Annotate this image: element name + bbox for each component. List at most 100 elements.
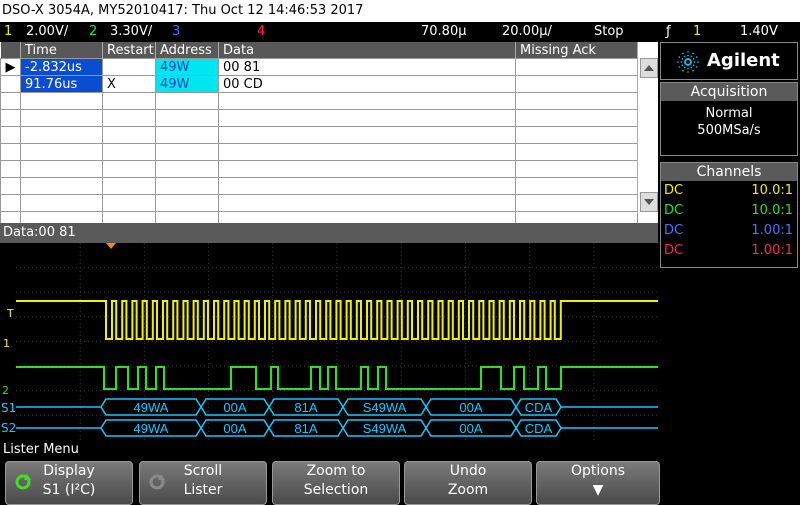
empty-cell bbox=[102, 126, 156, 144]
trigger-marker[interactable]: T bbox=[7, 307, 14, 320]
empty-cell bbox=[20, 109, 103, 127]
empty-cell bbox=[0, 126, 21, 144]
empty-cell bbox=[0, 143, 21, 161]
entry-knob-icon bbox=[149, 474, 165, 490]
table-row-empty bbox=[0, 126, 638, 144]
bus-packet-label: 81A bbox=[294, 421, 317, 436]
bus-packet-label: 00A bbox=[223, 400, 246, 415]
trigger-source[interactable]: 1 bbox=[693, 22, 701, 42]
bus-packet-label: CDA bbox=[525, 421, 553, 436]
empty-cell bbox=[218, 194, 516, 212]
table-row-empty bbox=[0, 109, 638, 127]
channel-row[interactable]: DC 1.00:1 bbox=[661, 241, 797, 261]
empty-cell bbox=[218, 143, 516, 161]
entry-knob-icon bbox=[15, 474, 31, 490]
channels-box: Channels DC 10.0:1 DC 10.0:1 DC 1.00:1 DC 1.00:… bbox=[660, 162, 798, 268]
scroll-lister-softkey[interactable]: Scroll Lister bbox=[139, 461, 267, 505]
undo-zoom-softkey[interactable]: Undo Zoom bbox=[404, 461, 532, 505]
ch1-scale[interactable]: 2.00V/ bbox=[26, 22, 68, 42]
empty-cell bbox=[102, 160, 156, 178]
bus-packet-label: S49WA bbox=[363, 400, 407, 415]
channel-probe-ratio: 10.0:1 bbox=[751, 203, 793, 218]
empty-cell bbox=[20, 143, 103, 161]
header-time[interactable]: Time bbox=[20, 42, 103, 59]
empty-cell bbox=[155, 143, 219, 161]
time-delay[interactable]: 70.80µ bbox=[421, 22, 467, 42]
bus-packet-label: 81A bbox=[294, 400, 317, 415]
ch1-ground-marker[interactable]: 1 bbox=[3, 337, 10, 350]
display-softkey[interactable]: Display S1 (I²C) bbox=[5, 461, 133, 505]
bus-packet-label: 00A bbox=[459, 400, 482, 415]
row-address: 49W bbox=[155, 58, 219, 76]
channel-row[interactable]: DC 10.0:1 bbox=[661, 201, 797, 221]
trigger-position-marker bbox=[106, 243, 116, 249]
empty-cell bbox=[102, 92, 156, 110]
header-marker bbox=[0, 42, 21, 59]
empty-cell bbox=[515, 126, 638, 144]
s1-label[interactable]: S1 bbox=[1, 401, 16, 415]
header-restart[interactable]: Restart bbox=[102, 42, 156, 59]
empty-cell bbox=[102, 109, 156, 127]
empty-cell bbox=[0, 92, 21, 110]
row-marker bbox=[0, 75, 21, 93]
empty-cell bbox=[102, 177, 156, 195]
options-softkey-label: Options bbox=[570, 463, 626, 479]
graticule bbox=[16, 243, 658, 440]
bus-packet-label: 00A bbox=[459, 421, 482, 436]
ch2-waveform bbox=[16, 366, 658, 390]
title-text: DSO-X 3054A, MY52010417: Thu Oct 12 14:4… bbox=[2, 3, 364, 18]
time-scale[interactable]: 20.00µ/ bbox=[502, 22, 552, 42]
row-time: 91.76us bbox=[20, 75, 103, 93]
empty-cell bbox=[0, 160, 21, 178]
scroll-down-button[interactable] bbox=[640, 192, 658, 212]
empty-cell bbox=[218, 109, 516, 127]
zoom-softkey-line1: Zoom to bbox=[306, 463, 366, 479]
s2-label[interactable]: S2 bbox=[1, 421, 16, 435]
ch1-number[interactable]: 1 bbox=[4, 22, 12, 42]
title-bar: DSO-X 3054A, MY52010417: Thu Oct 12 14:4… bbox=[0, 0, 800, 22]
lister-scrollbar[interactable] bbox=[637, 42, 659, 213]
bus-packet-label: CDA bbox=[525, 400, 553, 415]
scroll-up-button[interactable] bbox=[640, 58, 658, 78]
acquisition-title: Acquisition bbox=[661, 83, 797, 101]
empty-cell bbox=[102, 194, 156, 212]
ch2-number[interactable]: 2 bbox=[89, 22, 97, 42]
acquisition-mode: Normal bbox=[705, 106, 753, 121]
table-row[interactable]: ▶ -2.832us 49W 00 81 bbox=[0, 58, 638, 76]
agilent-spark-logo bbox=[677, 51, 699, 73]
bus-packet-label: S49WA bbox=[363, 421, 407, 436]
empty-cell bbox=[515, 160, 638, 178]
header-address[interactable]: Address bbox=[155, 42, 219, 59]
table-row[interactable]: 91.76us X 49W 00 CD bbox=[0, 75, 638, 93]
zoom-to-selection-softkey[interactable]: Zoom to Selection bbox=[272, 461, 400, 505]
empty-cell bbox=[20, 92, 103, 110]
ch2-ground-marker[interactable]: 2 bbox=[2, 384, 9, 397]
ch3-number[interactable]: 3 bbox=[172, 22, 180, 42]
header-data[interactable]: Data bbox=[218, 42, 516, 59]
empty-cell bbox=[20, 160, 103, 178]
undo-softkey-line1: Undo bbox=[449, 463, 487, 479]
empty-cell bbox=[20, 126, 103, 144]
channel-coupling: DC bbox=[664, 243, 684, 258]
row-restart bbox=[102, 58, 156, 76]
row-data: 00 CD bbox=[218, 75, 516, 93]
empty-cell bbox=[155, 160, 219, 178]
channel-coupling: DC bbox=[664, 223, 684, 238]
channel-probe-ratio: 1.00:1 bbox=[751, 223, 793, 238]
run-state[interactable]: Stop bbox=[594, 22, 624, 42]
options-softkey[interactable]: Options ▼ bbox=[536, 461, 660, 505]
empty-cell bbox=[0, 177, 21, 195]
selected-data-text: Data:00 81 bbox=[3, 225, 76, 240]
status-bar: 1 2.00V/ 2 3.30V/ 3 4 70.80µ 20.00µ/ Sto… bbox=[0, 22, 800, 42]
empty-cell bbox=[20, 177, 103, 195]
channel-row[interactable]: DC 1.00:1 bbox=[661, 221, 797, 241]
header-missing-ack[interactable]: Missing Ack bbox=[515, 42, 638, 59]
ch2-scale[interactable]: 3.30V/ bbox=[110, 22, 152, 42]
trigger-level[interactable]: 1.40V bbox=[740, 22, 778, 42]
ch4-number[interactable]: 4 bbox=[257, 22, 265, 42]
empty-cell bbox=[515, 177, 638, 195]
table-row-empty bbox=[0, 194, 638, 212]
empty-cell bbox=[155, 177, 219, 195]
waveform-display[interactable]: 49WA 00A 81A S49WA 00A CDA 49WA 00A 81A S49WA 00A… bbox=[16, 243, 658, 440]
channel-row[interactable]: DC 10.0:1 bbox=[661, 181, 797, 201]
